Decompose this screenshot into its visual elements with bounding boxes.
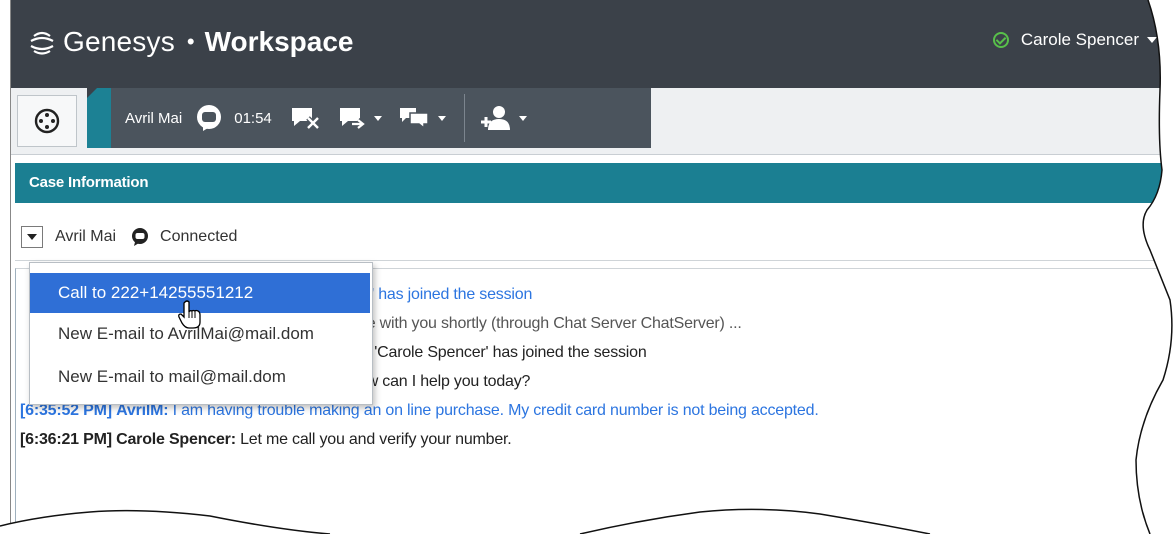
menu-item-email-mail[interactable]: New E-mail to mail@mail.dom [30,357,370,397]
party-actions-dropdown[interactable] [21,226,43,248]
party-status: Connected [160,228,238,245]
status-ready-icon [992,32,1009,48]
toolbar-divider [463,94,465,142]
chevron-down-icon [518,115,527,121]
interaction-marker [87,88,111,148]
party-actions-button[interactable] [479,104,527,132]
message-time: [6:36:21 PM] [20,431,112,448]
message-text: Let me call you and verify your number. [240,431,512,448]
transcript-line: [6:36:21 PM] Carole Spencer: Let me call… [20,431,512,449]
chevron-down-icon [437,115,446,121]
interaction-bar[interactable]: Avril Mai 01:54 [87,88,651,148]
end-chat-button[interactable] [290,104,322,132]
transcript-line: ow can I help you today? [358,373,530,391]
message-text: be with you shortly (through Chat Server… [358,315,742,332]
end-chat-icon [291,108,320,130]
brand-name: Genesys [63,26,175,57]
genesys-logo-icon [30,31,54,55]
party-row: Avril Mai Connected [15,214,1176,261]
party-actions-icon [480,106,510,130]
interaction-contact-name[interactable]: Avril Mai [125,110,182,127]
hand-cursor-icon [178,300,201,329]
team-communicator-icon [34,108,60,134]
title-separator: • [186,29,195,54]
user-menu[interactable]: Carole Spencer [992,30,1157,50]
caret-down-icon [27,234,37,240]
workspace-window: Genesys • Workspace Carole Spencer Avril… [10,0,1176,534]
conference-chat-icon [399,108,429,130]
interaction-timer: 01:54 [234,109,272,127]
case-information-header[interactable]: Case Information [15,163,1176,203]
interaction-toolbar: Avril Mai 01:54 [11,88,1176,155]
message-text: ty 'Carole Spencer' has joined the sessi… [358,344,647,361]
party-actions-menu: Call to 222+14255551212 New E-mail to Av… [29,262,373,405]
transfer-chat-icon [339,108,367,130]
user-name: Carole Spencer [1020,30,1139,49]
transcript-line: M' has joined the session [358,286,532,304]
transcript-line: be with you shortly (through Chat Server… [358,315,742,333]
chat-bubble-icon [197,105,222,131]
message-text: ow can I help you today? [358,373,531,390]
message-sender: Carole Spencer: [116,431,236,448]
screenshot-frame: Genesys • Workspace Carole Spencer Avril… [0,0,1176,534]
title-bar: Genesys • Workspace Carole Spencer [11,0,1176,88]
brand: Genesys • Workspace [27,22,354,62]
message-text: M' has joined the session [358,286,533,303]
chevron-down-icon [1147,37,1157,43]
product-name: Workspace [204,26,354,57]
transcript-line: ty 'Carole Spencer' has joined the sessi… [358,344,647,362]
chat-bubble-icon [132,228,149,246]
party-name[interactable]: Avril Mai [55,228,116,246]
team-communicator-button[interactable] [17,95,77,147]
conference-chat-button[interactable] [398,104,446,132]
transfer-chat-button[interactable] [338,104,382,132]
interaction-controls: Avril Mai 01:54 [125,88,543,148]
chevron-down-icon [373,115,382,121]
